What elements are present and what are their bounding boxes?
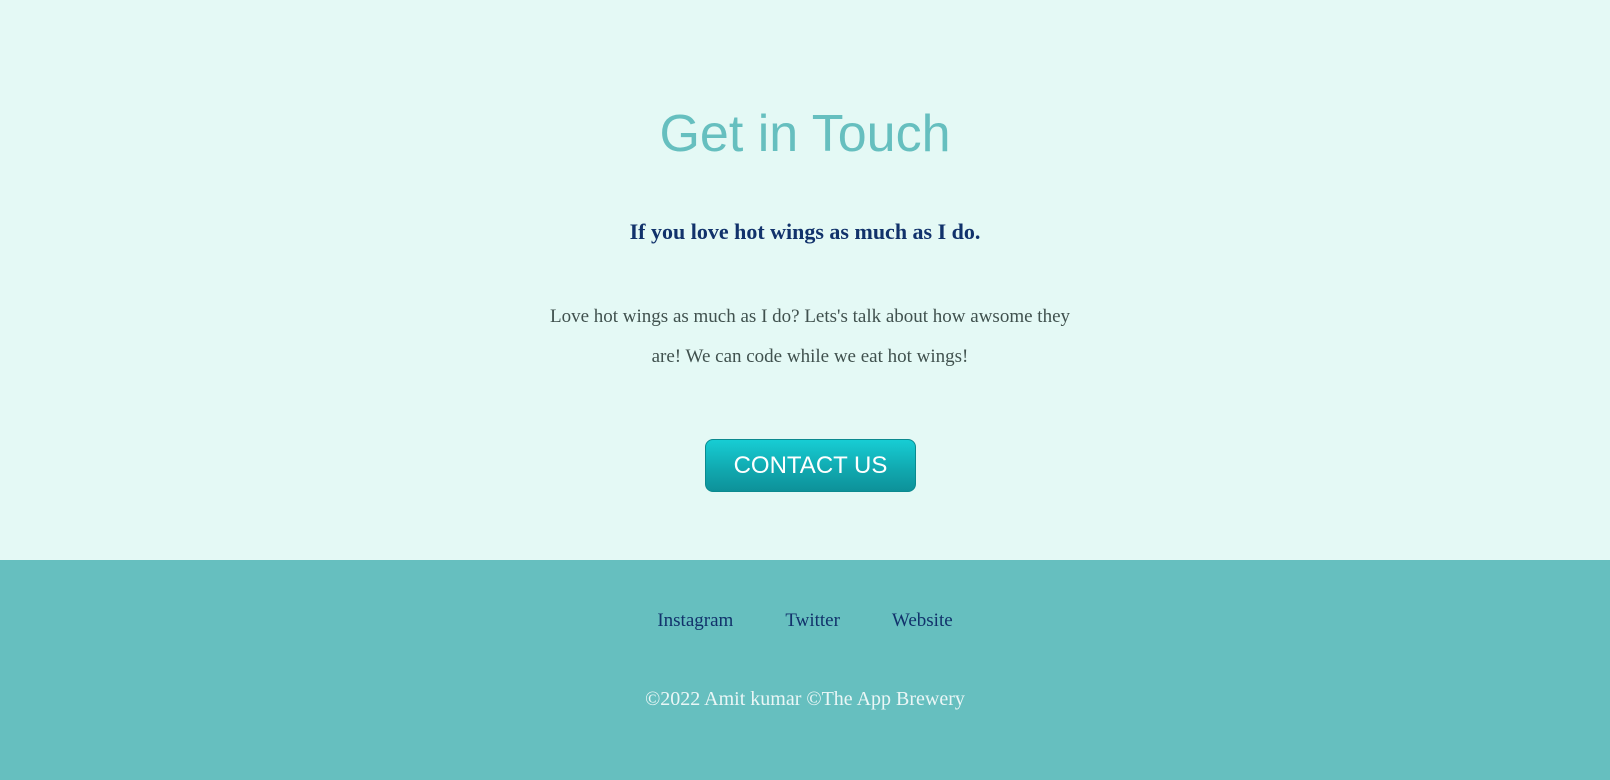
footer-link-website[interactable]: Website [892, 608, 953, 634]
contact-description-line-2: are! We can code while we eat hot wings! [651, 346, 969, 367]
copyright-text: ©2022 Amit kumar ©The App Brewery [645, 688, 965, 710]
footer-link-instagram[interactable]: Instagram [657, 608, 733, 634]
page-title: Get in Touch [659, 105, 951, 163]
contact-description: Love hot wings as much as I do? Lets's t… [530, 297, 1090, 377]
contact-description-line-1: Love hot wings as much as I do? Lets's t… [549, 306, 1070, 327]
contact-us-button[interactable]: CONTACT US [705, 439, 916, 492]
contact-section: Get in Touch If you love hot wings as mu… [0, 0, 1610, 560]
footer: Instagram Twitter Website ©2022 Amit kum… [0, 560, 1610, 780]
footer-links: Instagram Twitter Website [0, 608, 1610, 634]
contact-subtitle: If you love hot wings as much as I do. [629, 219, 981, 244]
footer-link-twitter[interactable]: Twitter [785, 608, 840, 634]
